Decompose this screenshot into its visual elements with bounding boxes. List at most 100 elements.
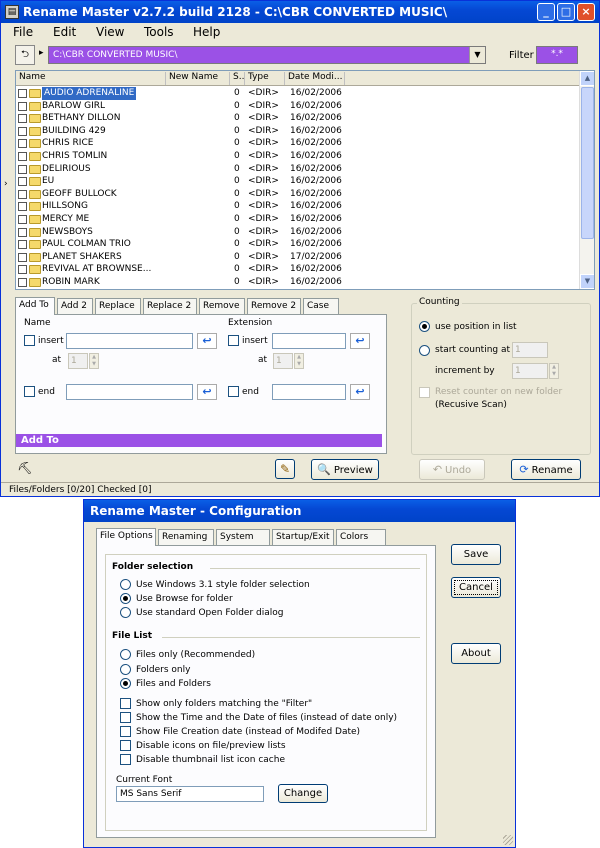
name-end-apply-icon[interactable]: ↩ <box>197 384 217 400</box>
file-list[interactable]: Name New Name S.. Type Date Modi... AUDI… <box>15 70 595 290</box>
increment-spinner[interactable]: ▲ ▼ <box>549 363 559 379</box>
row-checkbox[interactable] <box>18 89 27 98</box>
row-checkbox[interactable] <box>18 252 27 262</box>
show-time-checkbox[interactable] <box>120 712 131 723</box>
folder-up-icon[interactable]: ⮌ <box>15 45 35 65</box>
close-button[interactable]: × <box>577 3 595 21</box>
table-row[interactable]: REVIVAL AT BROWNSE... 0 <DIR> 16/02/2006 <box>16 263 580 276</box>
tab-colors[interactable]: Colors <box>336 529 386 545</box>
creation-date-checkbox[interactable] <box>120 726 131 737</box>
row-checkbox[interactable] <box>18 214 27 224</box>
tab-add-2[interactable]: Add 2 <box>57 298 93 314</box>
table-row[interactable]: DELIRIOUS 0 <DIR> 16/02/2006 <box>16 163 580 176</box>
files-and-folders-radio[interactable] <box>120 678 131 689</box>
table-row[interactable]: PAUL COLMAN TRIO 0 <DIR> 16/02/2006 <box>16 238 580 251</box>
tab-replace[interactable]: Replace <box>95 298 141 314</box>
name-end-input[interactable] <box>66 384 193 400</box>
tab-remove[interactable]: Remove <box>199 298 245 314</box>
column-size[interactable]: S.. <box>230 72 245 85</box>
table-row[interactable]: GEOFF BULLOCK 0 <DIR> 16/02/2006 <box>16 188 580 201</box>
row-checkbox[interactable] <box>18 265 27 275</box>
ext-end-checkbox[interactable] <box>228 386 239 397</box>
use-position-radio[interactable] <box>419 321 430 332</box>
name-at-input[interactable]: 1 <box>68 353 88 369</box>
main-titlebar[interactable]: ▤ Rename Master v2.7.2 build 2128 - C:\C… <box>1 1 599 23</box>
menu-tools[interactable]: Tools <box>144 25 174 39</box>
table-row[interactable]: BARLOW GIRL 0 <DIR> 16/02/2006 <box>16 100 580 113</box>
ext-end-input[interactable] <box>272 384 346 400</box>
row-checkbox[interactable] <box>18 202 27 212</box>
reset-counter-checkbox[interactable] <box>419 387 430 398</box>
row-checkbox[interactable] <box>18 277 27 287</box>
tab-startup-exit[interactable]: Startup/Exit <box>272 529 334 545</box>
eraser-icon[interactable]: ✎ <box>275 459 295 479</box>
open-folder-radio[interactable] <box>120 607 131 618</box>
maximize-button[interactable]: □ <box>557 3 575 21</box>
rename-button[interactable]: ⟳ Rename <box>511 459 581 480</box>
table-row[interactable]: ROBIN MARK 0 <DIR> 16/02/2006 <box>16 276 580 289</box>
start-counting-input[interactable]: 1 <box>512 342 548 358</box>
table-row[interactable]: CHRIS TOMLIN 0 <DIR> 16/02/2006 <box>16 150 580 163</box>
ext-insert-checkbox[interactable] <box>228 335 239 346</box>
filter-folders-checkbox[interactable] <box>120 698 131 709</box>
column-type[interactable]: Type <box>245 72 285 85</box>
name-at-spinner[interactable]: ▲ ▼ <box>89 353 99 369</box>
tab-case[interactable]: Case <box>303 298 339 314</box>
ext-insert-input[interactable] <box>272 333 346 349</box>
preview-button[interactable]: 🔍 Preview <box>311 459 379 480</box>
name-insert-input[interactable] <box>66 333 193 349</box>
path-combobox[interactable]: C:\CBR CONVERTED MUSIC\ ▼ <box>48 46 486 64</box>
scroll-thumb[interactable] <box>581 87 594 239</box>
ext-at-spinner[interactable]: ▲ ▼ <box>294 353 304 369</box>
row-checkbox[interactable] <box>18 114 27 124</box>
column-date-modified[interactable]: Date Modi... <box>285 72 345 85</box>
disable-cache-checkbox[interactable] <box>120 754 131 765</box>
cancel-button[interactable]: Cancel <box>451 577 501 598</box>
filter-input[interactable]: *.* <box>536 46 578 64</box>
column-name[interactable]: Name <box>16 72 166 85</box>
row-checkbox[interactable] <box>18 126 27 136</box>
tab-remove-2[interactable]: Remove 2 <box>247 298 301 314</box>
row-checkbox[interactable] <box>18 139 27 149</box>
tab-replace-2[interactable]: Replace 2 <box>143 298 197 314</box>
table-row[interactable]: EU 0 <DIR> 16/02/2006 <box>16 175 580 188</box>
tab-renaming[interactable]: Renaming <box>158 529 214 545</box>
row-checkbox[interactable] <box>18 227 27 237</box>
start-counting-radio[interactable] <box>419 345 430 356</box>
change-font-button[interactable]: Change <box>278 784 328 803</box>
ext-insert-apply-icon[interactable]: ↩ <box>350 333 370 349</box>
ext-end-apply-icon[interactable]: ↩ <box>350 384 370 400</box>
row-checkbox[interactable] <box>18 240 27 250</box>
tool-wizard-icon[interactable]: ⛏ <box>15 459 35 479</box>
table-row[interactable]: NEWSBOYS 0 <DIR> 16/02/2006 <box>16 226 580 239</box>
table-row[interactable]: PLANET SHAKERS 0 <DIR> 17/02/2006 <box>16 251 580 264</box>
vertical-scrollbar[interactable]: ▲ ▼ <box>579 71 594 289</box>
table-row[interactable]: AUDIO ADRENALINE 0 <DIR> 16/02/2006 <box>16 87 580 100</box>
expand-arrow-icon[interactable]: › <box>4 179 8 189</box>
files-only-radio[interactable] <box>120 649 131 660</box>
name-end-checkbox[interactable] <box>24 386 35 397</box>
name-insert-apply-icon[interactable]: ↩ <box>197 333 217 349</box>
scroll-down-icon[interactable]: ▼ <box>580 274 594 289</box>
row-checkbox[interactable] <box>18 189 27 199</box>
menu-help[interactable]: Help <box>193 25 220 39</box>
minimize-button[interactable]: _ <box>537 3 555 21</box>
tab-file-options[interactable]: File Options <box>96 528 156 546</box>
table-row[interactable]: BETHANY DILLON 0 <DIR> 16/02/2006 <box>16 112 580 125</box>
menu-edit[interactable]: Edit <box>53 25 76 39</box>
menu-file[interactable]: File <box>13 25 33 39</box>
row-checkbox[interactable] <box>18 151 27 161</box>
win31-folder-radio[interactable] <box>120 579 131 590</box>
about-button[interactable]: About <box>451 643 501 664</box>
save-button[interactable]: Save <box>451 544 501 565</box>
tab-system[interactable]: System <box>216 529 270 545</box>
column-new-name[interactable]: New Name <box>166 72 230 85</box>
row-checkbox[interactable] <box>18 177 27 187</box>
table-row[interactable]: MERCY ME 0 <DIR> 16/02/2006 <box>16 213 580 226</box>
name-insert-checkbox[interactable] <box>24 335 35 346</box>
browse-folder-radio[interactable] <box>120 593 131 604</box>
resize-grip-icon[interactable] <box>503 835 513 845</box>
table-row[interactable]: HILLSONG 0 <DIR> 16/02/2006 <box>16 200 580 213</box>
table-row[interactable]: CHRIS RICE 0 <DIR> 16/02/2006 <box>16 137 580 150</box>
increment-input[interactable]: 1 <box>512 363 548 379</box>
